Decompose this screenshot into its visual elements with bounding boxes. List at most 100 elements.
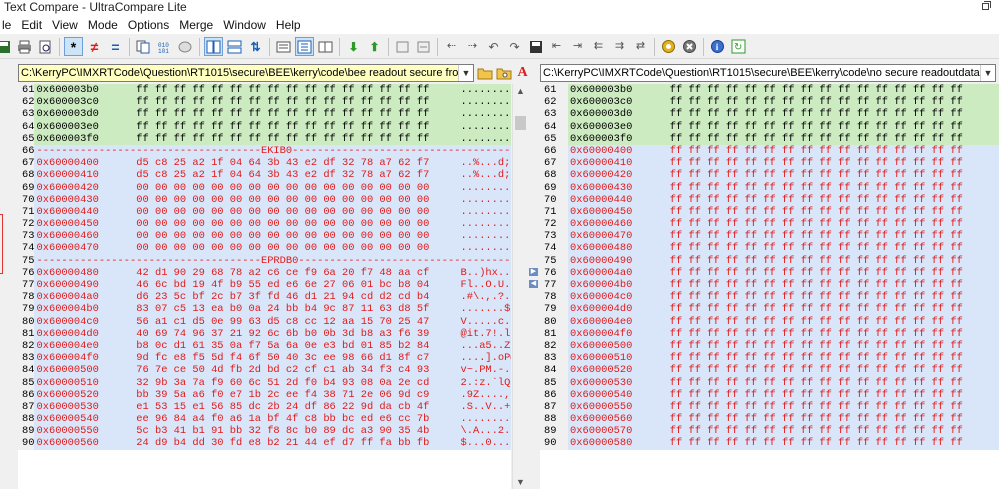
merge-section-icon[interactable]: ⇄ — [631, 37, 650, 56]
scroll-up-icon[interactable]: ▲ — [515, 86, 526, 96]
text-line[interactable]: 61 0x600003b0 ff ff ff ff ff ff ff ff ff … — [18, 84, 511, 97]
text-line[interactable]: 83 0x60000510 ff ff ff ff ff ff ff ff ff … — [540, 352, 999, 365]
menu-file[interactable]: le — [0, 16, 16, 34]
text-line[interactable]: 87 0x60000550 ff ff ff ff ff ff ff ff ff … — [540, 400, 999, 414]
split-icon[interactable] — [295, 37, 314, 56]
menu-window[interactable]: Window — [218, 16, 271, 34]
font-icon[interactable]: A — [514, 64, 531, 82]
text-line[interactable]: 67 0x60000410 ff ff ff ff ff ff ff ff ff … — [540, 157, 999, 170]
ignore-icon[interactable] — [176, 37, 195, 56]
text-line[interactable]: 80 0x600004e0 ff ff ff ff ff ff ff ff ff … — [540, 315, 999, 328]
binary-icon[interactable]: 010 101 — [155, 37, 174, 56]
text-line[interactable]: 70 0x60000440 ff ff ff ff ff ff ff ff ff … — [540, 193, 999, 206]
text-line[interactable]: 82 0x600004e0 b8 0c d1 61 35 0a f7 5a 6a … — [18, 339, 511, 353]
prev-diff-icon[interactable]: ⬆ — [365, 37, 384, 56]
text-line[interactable]: 84 0x60000500 76 7e ce 50 4d fb 2d bd c2 … — [18, 364, 511, 377]
vertical-split-icon[interactable] — [204, 37, 223, 56]
next-diff-icon[interactable]: ⬇ — [344, 37, 363, 56]
right-file-path-field[interactable]: C:\KerryPC\IMXRTCode\Question\RT1015\sec… — [540, 64, 996, 82]
text-line[interactable]: 77 0x60000490 46 6c bd 19 4f b9 55 ed e6 … — [18, 279, 511, 292]
redo-icon[interactable]: ↷ — [505, 37, 524, 56]
menu-view[interactable]: View — [47, 16, 83, 34]
text-line[interactable]: 67 0x60000400 d5 c8 25 a2 1f 04 64 3b 43 … — [18, 157, 511, 170]
text-line[interactable]: 89 0x60000550 5c b3 41 b1 91 bb 32 f8 8c … — [18, 425, 511, 438]
text-line[interactable]: 66 0x60000400 ff ff ff ff ff ff ff ff ff … — [540, 144, 999, 158]
text-line[interactable]: 76 0x60000480 42 d1 90 29 68 78 a2 c6 ce … — [18, 266, 511, 279]
copy-icon[interactable] — [134, 37, 153, 56]
menu-merge[interactable]: Merge — [174, 16, 218, 34]
text-line[interactable]: 87 0x60000530 e1 53 15 e1 56 85 dc 2b 24 … — [18, 400, 511, 414]
separator-line[interactable]: 75 ------------------------------------EP… — [18, 254, 511, 267]
text-line[interactable]: 81 0x600004d0 40 69 74 96 37 21 92 6c 6b … — [18, 327, 511, 340]
text-line[interactable]: 77 0x600004b0 ff ff ff ff ff ff ff ff ff … — [540, 279, 999, 292]
separator-line[interactable]: 66 ------------------------------------EK… — [18, 144, 511, 158]
text-line[interactable]: 90 0x60000560 24 d9 b4 dd 30 fd e8 b2 21 … — [18, 437, 511, 450]
text-line[interactable]: 68 0x60000410 d5 c8 25 a2 1f 04 64 3b 43 … — [18, 169, 511, 182]
chevron-down-icon[interactable]: ▼ — [980, 65, 995, 81]
save-icon[interactable] — [0, 37, 13, 56]
text-line[interactable]: 88 0x60000560 ff ff ff ff ff ff ff ff ff … — [540, 413, 999, 426]
text-line[interactable]: 70 0x60000430 00 00 00 00 00 00 00 00 00 … — [18, 193, 511, 206]
merge-line-icon[interactable]: ⇥ — [568, 37, 587, 56]
restore-window-icon[interactable] — [979, 0, 993, 14]
text-line[interactable]: 79 0x600004b0 83 07 c5 13 ea b0 0a 24 bb … — [18, 303, 511, 316]
text-line[interactable]: 72 0x60000450 00 00 00 00 00 00 00 00 00 … — [18, 218, 511, 231]
text-line[interactable]: 69 0x60000430 ff ff ff ff ff ff ff ff ff … — [540, 181, 999, 194]
text-line[interactable]: 69 0x60000420 00 00 00 00 00 00 00 00 00 … — [18, 181, 511, 194]
refresh-icon[interactable]: ↻ — [729, 37, 748, 56]
menu-mode[interactable]: Mode — [83, 16, 123, 34]
merge-icon[interactable] — [414, 37, 433, 56]
folder-open-icon[interactable] — [476, 64, 493, 82]
text-line[interactable]: 65 0x600003f0 ff ff ff ff ff ff ff ff ff … — [18, 132, 511, 145]
text-line[interactable]: 83 0x600004f0 9d fc e8 f5 5d f4 6f 50 40 … — [18, 352, 511, 365]
layout-icon[interactable] — [316, 37, 335, 56]
menu-help[interactable]: Help — [271, 16, 306, 34]
print-icon[interactable] — [15, 37, 34, 56]
text-line[interactable]: 86 0x60000520 bb 39 5a a6 f0 e7 1b 2c ee … — [18, 388, 511, 401]
toggle-view-icon[interactable] — [274, 37, 293, 56]
text-line[interactable]: 71 0x60000440 00 00 00 00 00 00 00 00 00 … — [18, 205, 511, 219]
text-line[interactable]: 81 0x600004f0 ff ff ff ff ff ff ff ff ff … — [540, 327, 999, 340]
merge-left-marker-icon[interactable]: ◀ — [529, 280, 538, 288]
text-line[interactable]: 76 0x600004a0 ff ff ff ff ff ff ff ff ff … — [540, 266, 999, 279]
text-line[interactable]: 62 0x600003c0 ff ff ff ff ff ff ff ff ff … — [18, 96, 511, 109]
folder-browse-icon[interactable] — [495, 64, 512, 82]
horizontal-split-icon[interactable] — [225, 37, 244, 56]
right-compare-pane[interactable]: 61 0x600003b0 ff ff ff ff ff ff ff ff ff … — [540, 84, 999, 489]
stop-icon[interactable] — [680, 37, 699, 56]
merge-block-icon[interactable]: ⇤ — [547, 37, 566, 56]
merge-remaining-icon[interactable]: ⇉ — [610, 37, 629, 56]
left-file-path-field[interactable]: C:\KerryPC\IMXRTCode\Question\RT1015\sec… — [18, 64, 474, 82]
text-line[interactable]: 63 0x600003d0 ff ff ff ff ff ff ff ff ff … — [18, 108, 511, 121]
text-line[interactable]: 61 0x600003b0 ff ff ff ff ff ff ff ff ff … — [540, 84, 999, 97]
text-line[interactable]: 74 0x60000480 ff ff ff ff ff ff ff ff ff … — [540, 242, 999, 255]
text-line[interactable]: 65 0x600003f0 ff ff ff ff ff ff ff ff ff … — [540, 132, 999, 145]
merge-all-icon[interactable]: ⇇ — [589, 37, 608, 56]
show-all-icon[interactable]: * — [64, 37, 83, 56]
text-line[interactable]: 75 0x60000490 ff ff ff ff ff ff ff ff ff … — [540, 254, 999, 267]
text-line[interactable]: 79 0x600004d0 ff ff ff ff ff ff ff ff ff … — [540, 303, 999, 316]
chevron-down-icon[interactable]: ▼ — [458, 65, 473, 81]
recompare-icon[interactable] — [393, 37, 412, 56]
text-line[interactable]: 64 0x600003e0 ff ff ff ff ff ff ff ff ff … — [540, 120, 999, 133]
merge-left-icon[interactable]: ⇠ — [442, 37, 461, 56]
print-preview-icon[interactable] — [36, 37, 55, 56]
scrollbar-thumb[interactable] — [515, 116, 526, 130]
text-line[interactable]: 86 0x60000540 ff ff ff ff ff ff ff ff ff … — [540, 388, 999, 401]
text-line[interactable]: 85 0x60000510 32 9b 3a 7a f9 60 6c 51 2d … — [18, 376, 511, 389]
text-line[interactable]: 72 0x60000460 ff ff ff ff ff ff ff ff ff … — [540, 218, 999, 231]
show-differences-icon[interactable]: ≠ — [85, 37, 104, 56]
undo-icon[interactable]: ↶ — [484, 37, 503, 56]
merge-right-icon[interactable]: ⇢ — [463, 37, 482, 56]
save-merge-icon[interactable] — [526, 37, 545, 56]
text-line[interactable]: 90 0x60000580 ff ff ff ff ff ff ff ff ff … — [540, 437, 999, 450]
text-line[interactable]: 85 0x60000530 ff ff ff ff ff ff ff ff ff … — [540, 376, 999, 389]
show-matches-icon[interactable]: = — [106, 37, 125, 56]
scroll-down-icon[interactable]: ▼ — [515, 477, 526, 487]
left-compare-pane[interactable]: 61 0x600003b0 ff ff ff ff ff ff ff ff ff … — [18, 84, 511, 489]
text-line[interactable]: 63 0x600003d0 ff ff ff ff ff ff ff ff ff … — [540, 108, 999, 121]
text-line[interactable]: 78 0x600004c0 ff ff ff ff ff ff ff ff ff … — [540, 291, 999, 304]
text-line[interactable]: 68 0x60000420 ff ff ff ff ff ff ff ff ff … — [540, 169, 999, 182]
text-line[interactable]: 80 0x600004c0 56 a1 c1 d5 0e 99 63 d5 c8 … — [18, 315, 511, 328]
text-line[interactable]: 71 0x60000450 ff ff ff ff ff ff ff ff ff … — [540, 205, 999, 219]
